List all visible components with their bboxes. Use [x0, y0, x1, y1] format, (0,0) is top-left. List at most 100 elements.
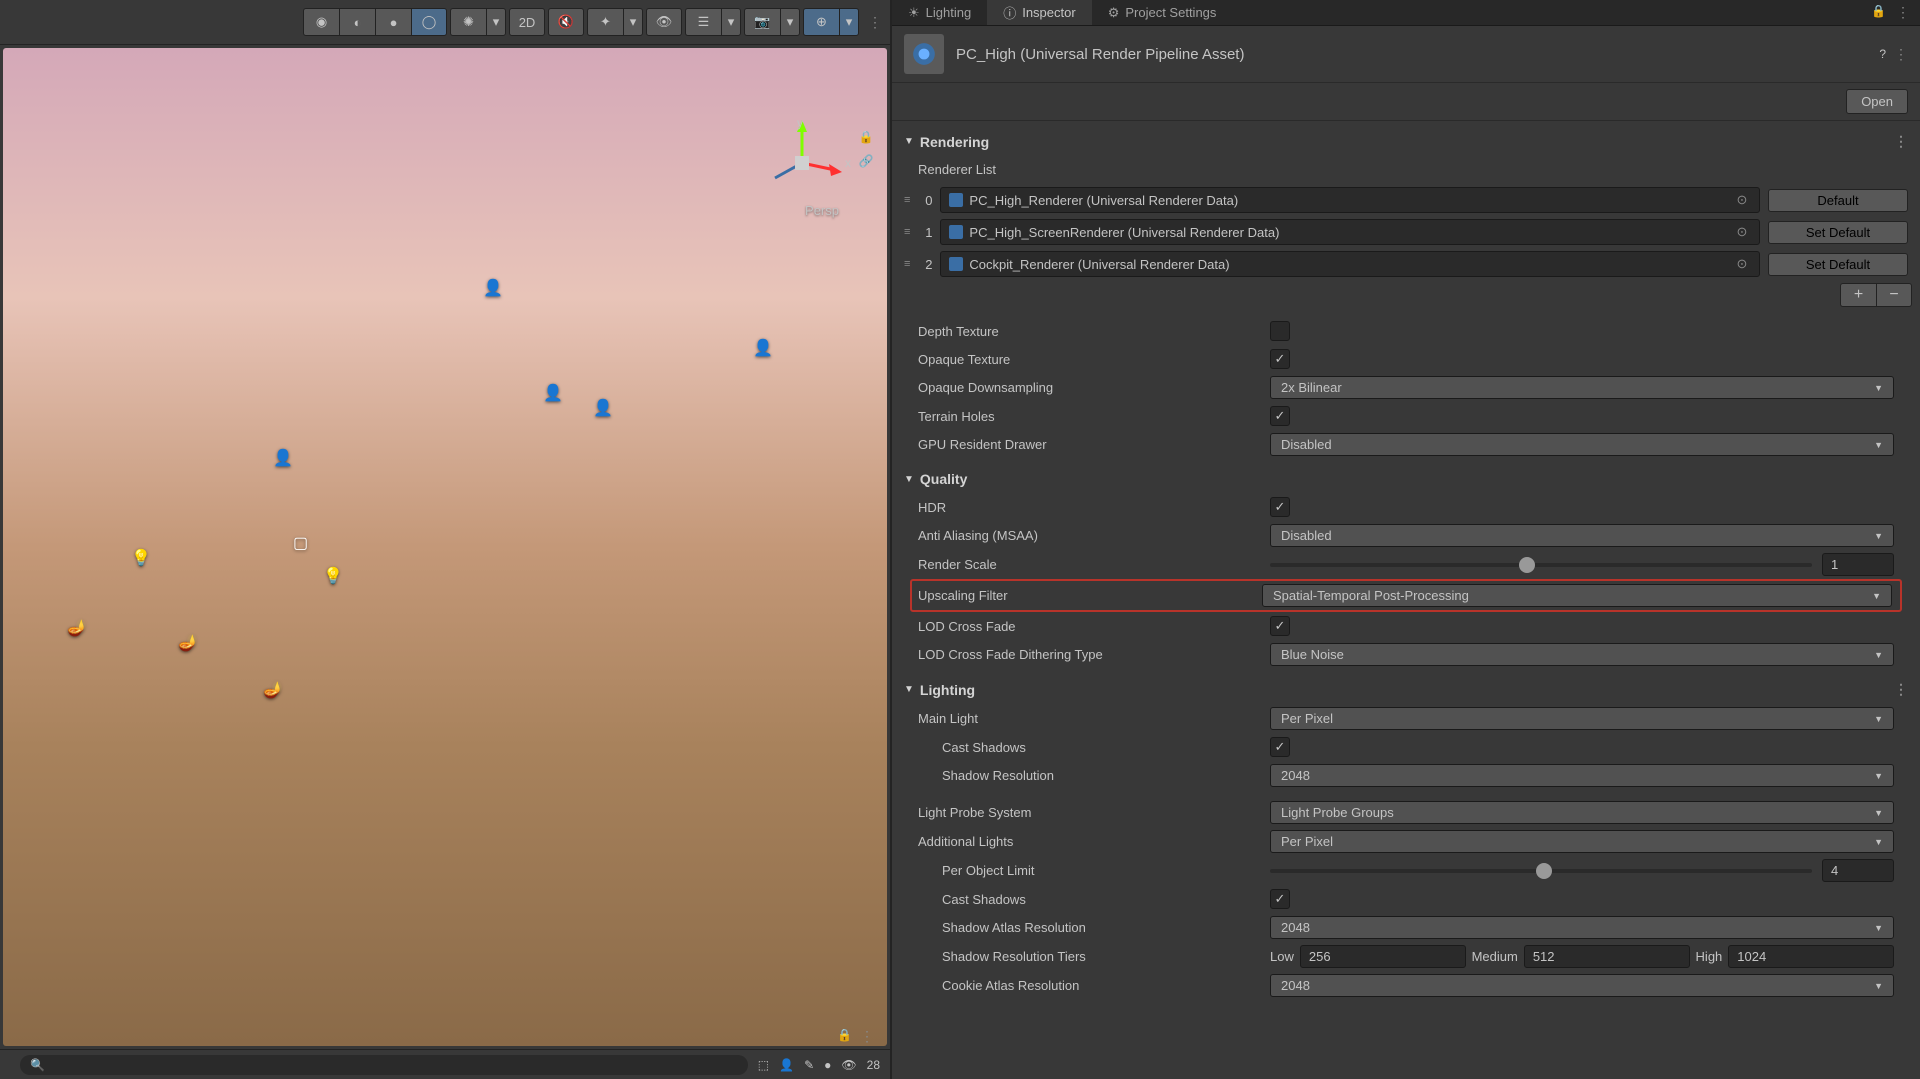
inspector-body[interactable]: ▼ Rendering ⋮ Renderer List ≡ 0 PC_High_… [892, 121, 1920, 1079]
object-picker-icon[interactable]: ⊙ [1733, 256, 1751, 272]
status-icon[interactable]: 👁 [841, 1058, 856, 1072]
tier-med-input[interactable]: 512 [1524, 945, 1690, 968]
add-renderer-button[interactable]: + [1840, 283, 1876, 307]
chevron-down-icon: ▼ [904, 136, 914, 147]
renderer-object-field[interactable]: PC_High_Renderer (Universal Renderer Dat… [940, 187, 1760, 213]
cast-shadows2-checkbox[interactable]: ✓ [1270, 889, 1290, 909]
lod-crossfade-label: LOD Cross Fade [918, 619, 1270, 634]
shadow-res-dropdown[interactable]: 2048▼ [1270, 764, 1894, 787]
quality-section-header[interactable]: ▼ Quality [900, 465, 1912, 493]
light-probe-dropdown[interactable]: Light Probe Groups▼ [1270, 801, 1894, 824]
help-icon[interactable]: ? [1879, 47, 1886, 61]
inspector-tab-icon: ⓘ [1003, 3, 1016, 22]
hdr-checkbox[interactable]: ✓ [1270, 497, 1290, 517]
inspector-panel: ☀Lighting ⓘInspector ⚙Project Settings 🔒… [890, 0, 1920, 1079]
camera-dropdown[interactable]: ▾ [780, 8, 800, 36]
lamp-icon: 🪔 [67, 618, 89, 640]
remove-renderer-button[interactable]: − [1876, 283, 1912, 307]
section-more-icon[interactable]: ⋮ [1894, 681, 1908, 698]
lamp-icon: 🪔 [178, 633, 200, 655]
chevron-down-icon: ▼ [1874, 808, 1883, 818]
search-input[interactable]: 🔍 [20, 1055, 748, 1075]
lock-scene-icon[interactable]: 🔒 [837, 1028, 852, 1045]
status-icon[interactable]: 👤 [779, 1058, 794, 1072]
two-d-toggle[interactable]: 2D [509, 8, 545, 36]
msaa-dropdown[interactable]: Disabled▼ [1270, 524, 1894, 547]
scene-more-icon[interactable]: ⋮ [868, 14, 882, 31]
upscaling-filter-dropdown[interactable]: Spatial-Temporal Post-Processing▼ [1262, 584, 1892, 607]
chevron-down-icon: ▼ [1874, 771, 1883, 781]
fx-button[interactable]: ✦ [587, 8, 623, 36]
asset-more-icon[interactable]: ⋮ [1894, 46, 1908, 63]
lock-icon[interactable]: 🔒 [1871, 4, 1886, 21]
renderer-object-field[interactable]: Cockpit_Renderer (Universal Renderer Dat… [940, 251, 1760, 277]
debug-button[interactable]: ✺ [450, 8, 486, 36]
cookie-atlas-dropdown[interactable]: 2048▼ [1270, 974, 1894, 997]
chevron-down-icon: ▼ [904, 684, 914, 695]
status-count: 28 [867, 1058, 880, 1072]
object-icon [949, 193, 963, 207]
opaque-downsampling-dropdown[interactable]: 2x Bilinear▼ [1270, 376, 1894, 399]
camera-button[interactable]: 📷 [744, 8, 780, 36]
set-default-button[interactable]: Set Default [1768, 221, 1908, 244]
scene-status-bar: 🔍 ⬚ 👤 ✎ ● 👁 28 [0, 1049, 890, 1079]
opaque-texture-checkbox[interactable]: ✓ [1270, 349, 1290, 369]
fx-dropdown[interactable]: ▾ [623, 8, 643, 36]
scene-wireframe-button[interactable]: ◯ [411, 8, 447, 36]
default-button[interactable]: Default [1768, 189, 1908, 212]
tier-high-input[interactable]: 1024 [1728, 945, 1894, 968]
tab-inspector[interactable]: ⓘInspector [987, 0, 1092, 25]
shading-mode-button[interactable]: ◉ [303, 8, 339, 36]
additional-lights-dropdown[interactable]: Per Pixel▼ [1270, 830, 1894, 853]
scene-view-mode-button[interactable]: ◐ [339, 8, 375, 36]
gizmo-button[interactable]: ⊕ [803, 8, 839, 36]
cast-shadows-checkbox[interactable]: ✓ [1270, 737, 1290, 757]
visibility-button[interactable]: 👁 [646, 8, 682, 36]
main-light-dropdown[interactable]: Per Pixel▼ [1270, 707, 1894, 730]
lighting-section-header[interactable]: ▼ Lighting ⋮ [900, 675, 1912, 704]
scene-lit-button[interactable]: ● [375, 8, 411, 36]
gizmo-dropdown[interactable]: ▾ [839, 8, 859, 36]
msaa-label: Anti Aliasing (MSAA) [918, 528, 1270, 543]
search-icon: 🔍 [30, 1058, 45, 1072]
renderer-row: ≡ 1 PC_High_ScreenRenderer (Universal Re… [900, 217, 1912, 247]
terrain-holes-checkbox[interactable]: ✓ [1270, 406, 1290, 426]
tab-more-icon[interactable]: ⋮ [1896, 4, 1910, 21]
status-icon[interactable]: ⬚ [758, 1058, 769, 1072]
depth-texture-checkbox[interactable] [1270, 321, 1290, 341]
render-scale-slider[interactable] [1270, 563, 1812, 567]
scene-bottom-more-icon[interactable]: ⋮ [860, 1028, 874, 1045]
tab-lighting[interactable]: ☀Lighting [892, 0, 987, 25]
drag-handle-icon[interactable]: ≡ [904, 258, 910, 270]
tab-project-settings[interactable]: ⚙Project Settings [1092, 0, 1233, 25]
renderer-object-field[interactable]: PC_High_ScreenRenderer (Universal Render… [940, 219, 1760, 245]
per-object-limit-value[interactable]: 4 [1822, 859, 1894, 882]
layers-button[interactable]: ☰ [685, 8, 721, 36]
open-button[interactable]: Open [1846, 89, 1908, 114]
per-object-limit-slider[interactable] [1270, 869, 1812, 873]
render-scale-value[interactable]: 1 [1822, 553, 1894, 576]
object-picker-icon[interactable]: ⊙ [1733, 224, 1751, 240]
object-picker-icon[interactable]: ⊙ [1733, 192, 1751, 208]
drag-handle-icon[interactable]: ≡ [904, 226, 910, 238]
scene-viewport[interactable]: y x 🔒 🔗 Persp 👤 👤 👤 👤 👤 💡 💡 🪔 🪔 🪔 ▢ [3, 48, 887, 1046]
debug-dropdown[interactable]: ▾ [486, 8, 506, 36]
tier-low-input[interactable]: 256 [1300, 945, 1466, 968]
per-object-limit-label: Per Object Limit [942, 863, 1270, 878]
terrain-holes-label: Terrain Holes [918, 409, 1270, 424]
audio-toggle[interactable]: 🔇 [548, 8, 584, 36]
lod-dither-dropdown[interactable]: Blue Noise▼ [1270, 643, 1894, 666]
drag-handle-icon[interactable]: ≡ [904, 194, 910, 206]
lod-crossfade-checkbox[interactable]: ✓ [1270, 616, 1290, 636]
light-icon: 👤 [593, 398, 615, 420]
layers-dropdown[interactable]: ▾ [721, 8, 741, 36]
status-icon[interactable]: ● [824, 1058, 831, 1072]
status-icon[interactable]: ✎ [804, 1058, 814, 1072]
shadow-atlas-dropdown[interactable]: 2048▼ [1270, 916, 1894, 939]
section-more-icon[interactable]: ⋮ [1894, 133, 1908, 150]
gpu-drawer-dropdown[interactable]: Disabled▼ [1270, 433, 1894, 456]
chevron-down-icon: ▼ [1874, 923, 1883, 933]
set-default-button[interactable]: Set Default [1768, 253, 1908, 276]
light-icon: 👤 [483, 278, 505, 300]
rendering-section-header[interactable]: ▼ Rendering ⋮ [900, 127, 1912, 156]
